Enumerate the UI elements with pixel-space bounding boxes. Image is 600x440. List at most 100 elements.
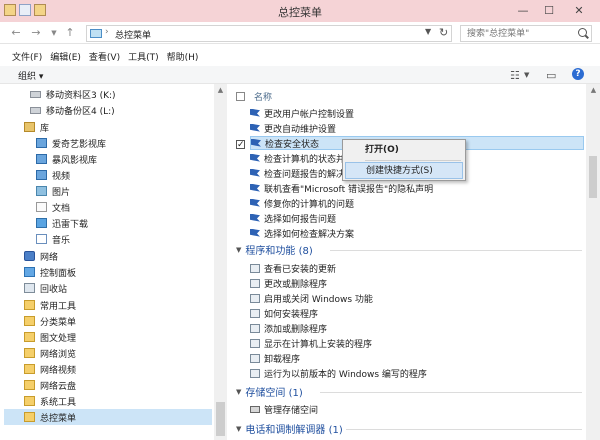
nav-item-master-menu[interactable]: 总控菜单 — [4, 409, 212, 425]
nav-label: 控制面板 — [40, 268, 77, 279]
nav-item-pictures[interactable]: 图片 — [36, 183, 70, 199]
list-item[interactable]: 更改自动维护设置 — [250, 121, 336, 135]
nav-item-category-menu[interactable]: 分类菜单 — [24, 313, 76, 329]
list-item[interactable]: 更改或删除程序 — [250, 276, 327, 290]
list-item[interactable]: 检查计算机的状态并 — [250, 151, 345, 165]
chevron-down-icon[interactable]: ▼ — [236, 425, 241, 433]
list-item[interactable]: 修复你的计算机的问题 — [250, 196, 354, 210]
scroll-thumb[interactable] — [216, 402, 225, 436]
nav-item-image-text[interactable]: 图文处理 — [24, 329, 76, 345]
up-button[interactable]: ↑ — [62, 25, 78, 41]
menu-help[interactable]: 帮助(H) — [167, 50, 199, 66]
search-icon[interactable] — [578, 28, 587, 37]
list-item[interactable]: 添加或删除程序 — [250, 321, 327, 335]
item-label: 选择如何检查解决方案 — [264, 229, 355, 240]
nav-item-libraries[interactable]: 库 — [24, 119, 49, 135]
nav-item-drive-k[interactable]: 移动资料区3 (K:) — [30, 86, 116, 102]
minimize-button[interactable]: — — [512, 3, 534, 19]
picture-icon — [36, 186, 47, 196]
group-title: 程序和功能 (8) — [245, 246, 313, 257]
list-item[interactable]: 选择如何报告问题 — [250, 211, 336, 225]
menu-view[interactable]: 查看(V) — [89, 50, 120, 66]
list-item[interactable]: 更改用户帐户控制设置 — [250, 106, 354, 120]
nav-item-web-browse[interactable]: 网络浏览 — [24, 345, 76, 361]
forward-button[interactable]: → — [28, 25, 44, 41]
select-all-checkbox[interactable] — [236, 92, 245, 101]
network-icon — [24, 251, 35, 261]
menu-file[interactable]: 文件(F) — [12, 50, 42, 66]
content-scrollbar[interactable]: ▲ — [586, 84, 600, 440]
programs-icon — [250, 338, 260, 348]
item-label: 查看已安装的更新 — [264, 264, 337, 275]
nav-item-web-video[interactable]: 网络视频 — [24, 361, 76, 377]
group-divider — [330, 250, 582, 251]
search-box[interactable] — [460, 25, 592, 42]
list-item[interactable]: 检查问题报告的解决 — [250, 166, 345, 180]
nav-item-music[interactable]: 音乐 — [36, 231, 70, 247]
group-header-storage[interactable]: ▼ 存储空间 (1) — [236, 384, 303, 400]
organize-button[interactable]: 组织 ▾ — [18, 69, 43, 82]
nav-scrollbar[interactable]: ▲ — [214, 84, 227, 440]
recent-locations-dropdown[interactable]: ▼ — [46, 25, 62, 41]
close-button[interactable]: ✕ — [564, 3, 594, 19]
nav-item-control-panel[interactable]: 控制面板 — [24, 264, 76, 280]
nav-item-system-tools[interactable]: 系统工具 — [24, 393, 76, 409]
list-item[interactable]: 选择如何检查解决方案 — [250, 226, 354, 240]
search-input[interactable] — [461, 26, 571, 41]
list-item[interactable]: 启用或关闭 Windows 功能 — [250, 291, 373, 305]
help-icon[interactable]: ? — [572, 68, 584, 80]
back-button[interactable]: ← — [8, 25, 24, 41]
nav-item-xunlei-downloads[interactable]: 迅雷下载 — [36, 215, 88, 231]
view-options-icon[interactable]: ☷ — [510, 69, 520, 82]
recycle-bin-icon — [24, 283, 35, 293]
nav-label: 视频 — [52, 171, 71, 182]
nav-item-documents[interactable]: 文档 — [36, 199, 70, 215]
chevron-down-icon[interactable]: ▼ — [524, 71, 529, 79]
scroll-thumb[interactable] — [589, 156, 597, 198]
nav-item-drive-l[interactable]: 移动备份区4 (L:) — [30, 102, 115, 118]
nav-label: 迅雷下载 — [52, 219, 89, 230]
list-item[interactable]: 运行为以前版本的 Windows 编写的程序 — [250, 366, 427, 380]
menu-tools[interactable]: 工具(T) — [128, 50, 159, 66]
chevron-down-icon[interactable]: ▼ — [236, 388, 241, 396]
breadcrumb-separator[interactable]: › — [105, 27, 109, 37]
list-item[interactable]: 查看已安装的更新 — [250, 261, 336, 275]
list-item[interactable]: 如何安装程序 — [250, 306, 318, 320]
menu-edit[interactable]: 编辑(E) — [50, 50, 81, 66]
address-field[interactable]: › 总控菜单 ▼ ↻ — [86, 25, 452, 42]
window-title: 总控菜单 — [278, 6, 322, 19]
chevron-down-icon[interactable]: ▼ — [236, 246, 241, 254]
programs-icon — [250, 263, 260, 273]
maximize-button[interactable]: ☐ — [538, 3, 560, 19]
list-item[interactable]: 显示在计算机上安装的程序 — [250, 336, 372, 350]
item-checkbox[interactable]: ✓ — [236, 140, 245, 150]
nav-item-common-tools[interactable]: 常用工具 — [24, 297, 76, 313]
context-menu-open[interactable]: 打开(O) — [345, 142, 463, 159]
context-menu-create-shortcut[interactable]: 创建快捷方式(S) — [345, 162, 463, 179]
breadcrumb[interactable]: 总控菜单 — [115, 28, 151, 41]
nav-item-videos[interactable]: 视频 — [36, 167, 70, 183]
list-item[interactable]: 管理存储空间 — [250, 402, 318, 416]
nav-item-baofeng-library[interactable]: 暴风影视库 — [36, 151, 97, 167]
nav-label: 文档 — [52, 203, 71, 214]
nav-item-cloud-disk[interactable]: 网络云盘 — [24, 377, 76, 393]
folder-icon — [24, 300, 35, 310]
column-header-name[interactable]: 名称 — [254, 90, 272, 103]
scroll-up-arrow[interactable]: ▲ — [216, 86, 225, 94]
list-item[interactable]: 卸载程序 — [250, 351, 300, 365]
nav-item-iqiyi-library[interactable]: 爱奇艺影视库 — [36, 135, 106, 151]
group-title: 存储空间 (1) — [245, 388, 303, 399]
preview-pane-icon[interactable]: ▭ — [546, 69, 556, 82]
music-icon — [36, 234, 47, 244]
nav-item-recycle-bin[interactable]: 回收站 — [24, 280, 67, 296]
item-label: 如何安装程序 — [264, 309, 319, 320]
video-library-icon — [36, 154, 47, 164]
group-header-programs[interactable]: ▼ 程序和功能 (8) — [236, 242, 313, 258]
scroll-up-arrow[interactable]: ▲ — [589, 86, 598, 94]
list-item[interactable]: 联机查看"Microsoft 错误报告"的隐私声明 — [250, 181, 433, 195]
group-header-phone-modem[interactable]: ▼ 电话和调制解调器 (1) — [236, 421, 343, 437]
nav-item-network[interactable]: 网络 — [24, 248, 58, 264]
refresh-icon[interactable]: ↻ — [439, 26, 448, 39]
organize-label: 组织 — [18, 72, 37, 82]
chevron-down-icon[interactable]: ▼ — [425, 27, 431, 36]
